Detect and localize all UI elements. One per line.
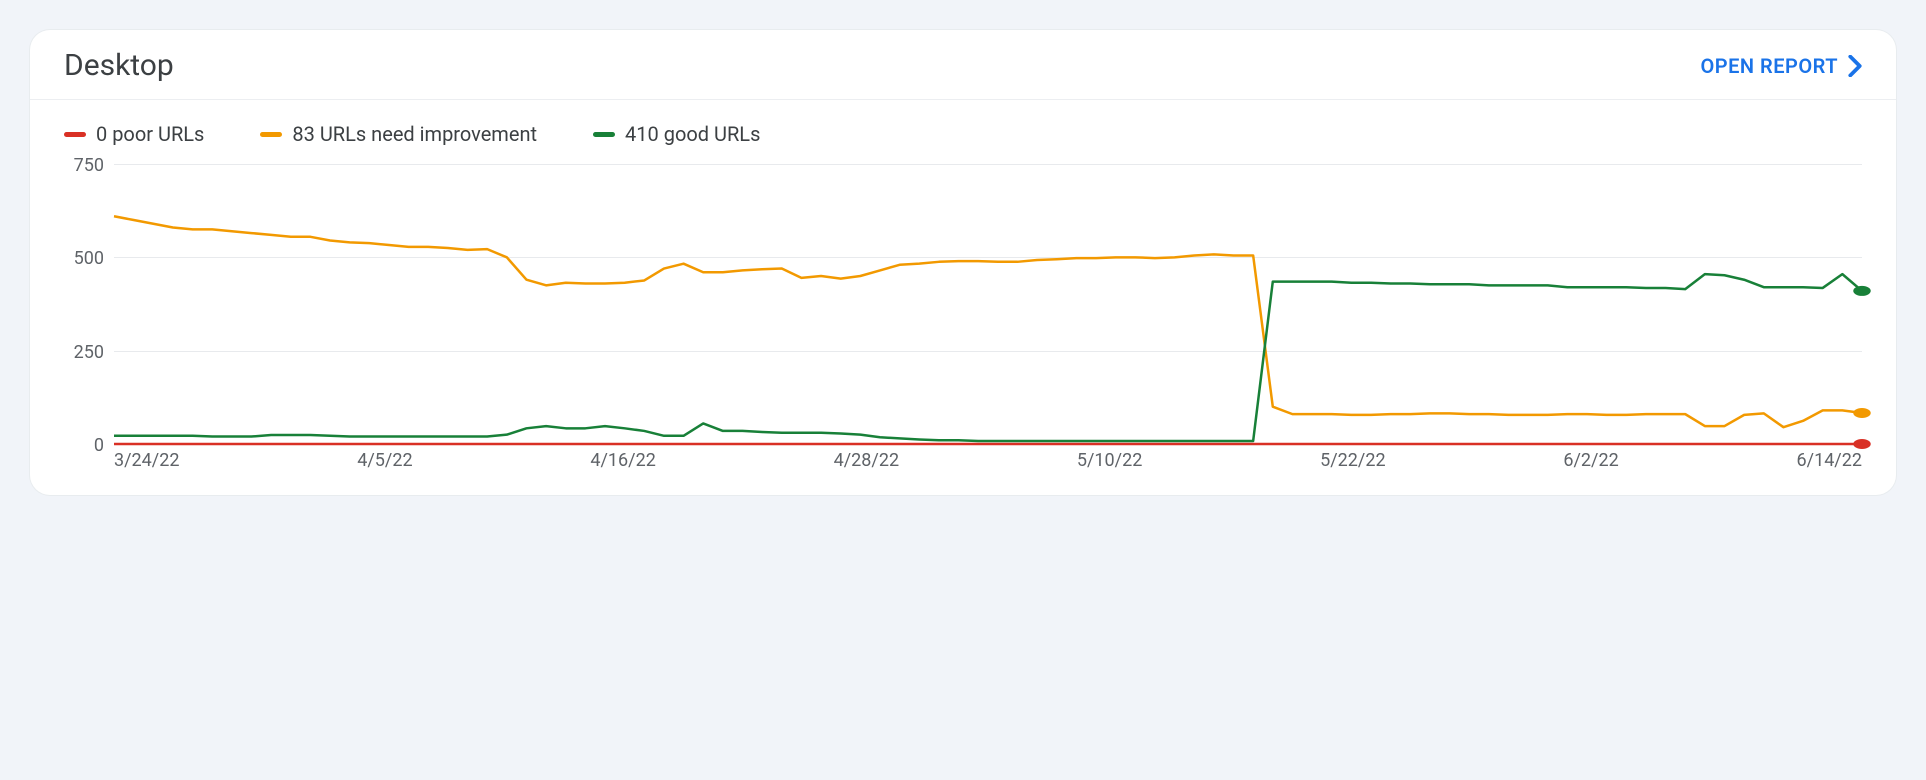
x-tick-label: 5/22/22 (1320, 450, 1385, 471)
legend-label-need: 83 URLs need improvement (292, 122, 537, 146)
y-tick-label: 250 (60, 342, 104, 363)
legend-swatch-need (260, 132, 282, 137)
legend-label-good: 410 good URLs (625, 122, 760, 146)
core-web-vitals-desktop-card: Desktop OPEN REPORT 0 poor URLs 83 URLs … (30, 30, 1896, 495)
chevron-right-icon (1848, 55, 1862, 77)
chart-grid: 0250500750 (114, 164, 1862, 444)
x-tick-label: 6/14/22 (1797, 450, 1862, 471)
series-need (114, 216, 1862, 427)
chart-legend: 0 poor URLs 83 URLs need improvement 410… (30, 100, 1896, 154)
x-axis: 3/24/22 4/5/22 4/16/22 4/28/22 5/10/22 5/22/2… (114, 444, 1862, 471)
x-tick-label: 4/5/22 (357, 450, 412, 471)
series-end-dot-good (1853, 286, 1870, 296)
card-title: Desktop (64, 48, 174, 83)
series-end-dot-need (1853, 408, 1870, 418)
x-tick-label: 6/2/22 (1563, 450, 1618, 471)
series-end-dot-poor (1853, 439, 1870, 449)
x-tick-label: 4/16/22 (590, 450, 655, 471)
legend-swatch-good (593, 132, 615, 137)
x-tick-label: 3/24/22 (114, 450, 179, 471)
open-report-label: OPEN REPORT (1701, 54, 1839, 78)
legend-swatch-poor (64, 132, 86, 137)
y-tick-label: 0 (60, 435, 104, 456)
open-report-button[interactable]: OPEN REPORT (1701, 54, 1863, 78)
legend-item-need[interactable]: 83 URLs need improvement (260, 122, 537, 146)
series-good (114, 274, 1862, 441)
x-tick-label: 5/10/22 (1077, 450, 1142, 471)
chart-area: 0250500750 3/24/224/5/224/16/224/28/225/… (30, 154, 1896, 495)
x-tick-label: 4/28/22 (834, 450, 899, 471)
legend-item-good[interactable]: 410 good URLs (593, 122, 760, 146)
legend-item-poor[interactable]: 0 poor URLs (64, 122, 204, 146)
chart-plot (114, 164, 1862, 444)
y-tick-label: 500 (60, 248, 104, 269)
y-tick-label: 750 (60, 155, 104, 176)
legend-label-poor: 0 poor URLs (96, 122, 204, 146)
card-header: Desktop OPEN REPORT (30, 30, 1896, 100)
